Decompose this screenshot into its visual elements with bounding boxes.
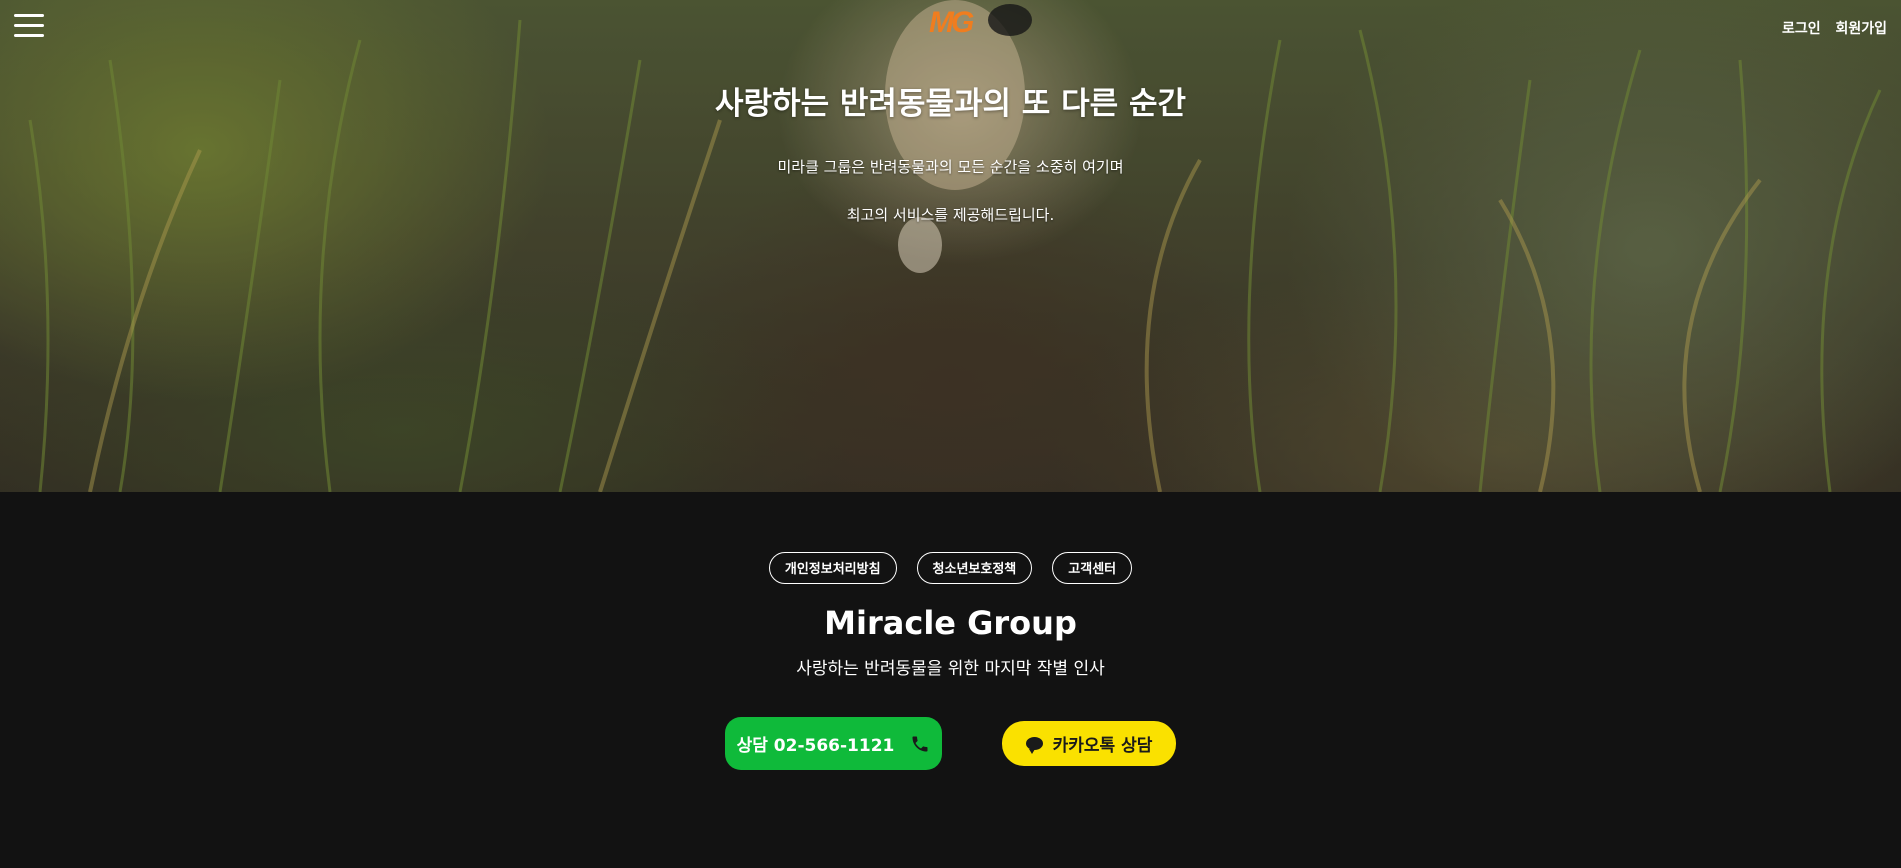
hero-section: MG 로그인 회원가입 사랑하는 반려동물과의 또 다른 순간 미라클 그룹은 … <box>0 0 1901 492</box>
kakao-talk-icon <box>1025 737 1043 754</box>
footer-links: 개인정보처리방침 청소년보호정책 고객센터 <box>0 552 1901 584</box>
menu-bar <box>14 34 44 37</box>
auth-links: 로그인 회원가입 <box>1772 18 1887 38</box>
phone-consult-label: 상담 02-566-1121 <box>736 736 895 756</box>
hero-overlay <box>0 0 1901 492</box>
privacy-policy-link[interactable]: 개인정보처리방침 <box>768 552 897 584</box>
logo[interactable]: MG <box>929 6 974 40</box>
login-link[interactable]: 로그인 <box>1782 21 1821 37</box>
hamburger-icon[interactable] <box>14 14 44 40</box>
footer-section: 개인정보처리방침 청소년보호정책 고객센터 Miracle Group 사랑하는… <box>0 492 1901 868</box>
menu-bar <box>14 24 44 27</box>
hero-description-line-2: 최고의 서비스를 제공해드립니다. <box>846 206 1055 224</box>
brand-tagline: 사랑하는 반려동물을 위한 마지막 작별 인사 <box>796 659 1105 679</box>
youth-protection-link[interactable]: 청소년보호정책 <box>916 552 1033 584</box>
phone-consult-button[interactable]: 상담 02-566-1121 <box>725 717 942 770</box>
menu-bar <box>14 14 44 17</box>
brand-name: Miracle Group <box>824 604 1077 642</box>
signup-link[interactable]: 회원가입 <box>1835 21 1887 37</box>
hero-title: 사랑하는 반려동물과의 또 다른 순간 <box>715 86 1186 122</box>
customer-center-link[interactable]: 고객센터 <box>1052 552 1133 584</box>
hero-description-line-1: 미라클 그룹은 반려동물과의 모든 순간을 소중히 여기며 <box>777 158 1124 176</box>
kakao-consult-button[interactable]: 카카오톡 상담 <box>1002 721 1176 766</box>
phone-icon <box>912 736 928 751</box>
kakao-consult-label: 카카오톡 상담 <box>1052 736 1153 756</box>
